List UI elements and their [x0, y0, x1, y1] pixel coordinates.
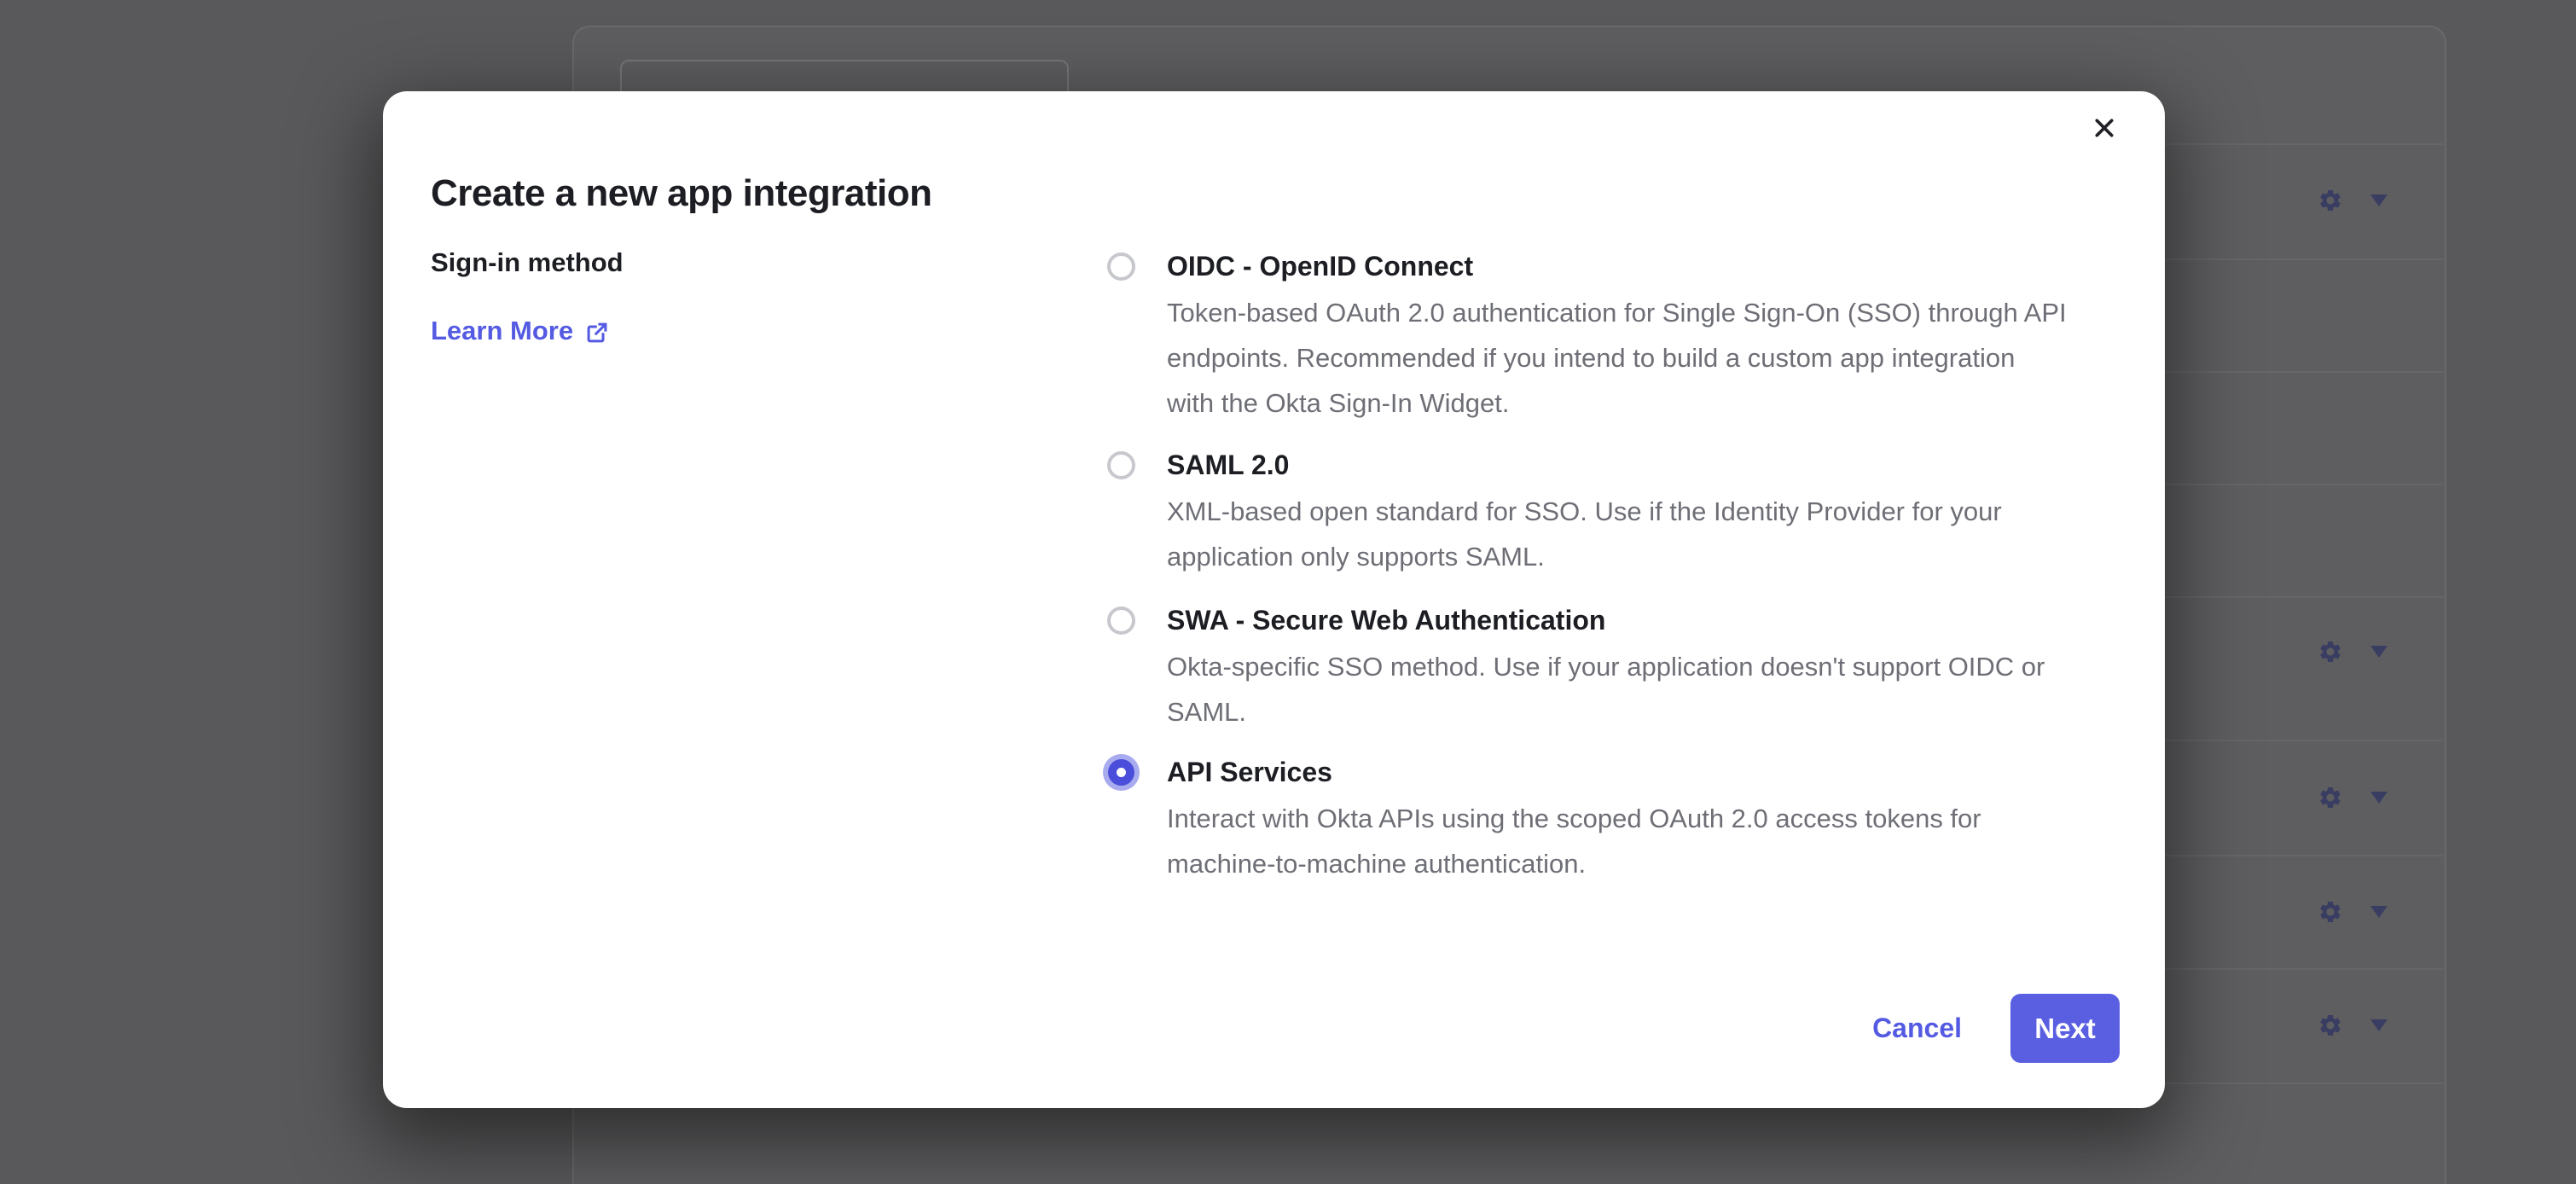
- create-app-integration-modal: Create a new app integration Sign-in met…: [383, 91, 2165, 1108]
- radio-button[interactable]: [1107, 607, 1135, 635]
- option-description: Okta-specific SSO method. Use if your ap…: [1167, 644, 2045, 734]
- radio-option[interactable]: SWA - Secure Web Authentication Okta-spe…: [1107, 603, 2045, 734]
- page-background: { "modal": { "title": "Create a new app …: [0, 0, 2576, 1184]
- radio-button[interactable]: [1108, 759, 1134, 786]
- radio-option[interactable]: SAML 2.0 XML-based open standard for SSO…: [1107, 448, 2002, 579]
- option-description: Token-based OAuth 2.0 authentication for…: [1167, 290, 2067, 426]
- learn-more-link[interactable]: Learn More: [431, 314, 609, 348]
- option-label: SWA - Secure Web Authentication: [1167, 603, 2045, 637]
- option-description: Interact with Okta APIs using the scoped…: [1167, 796, 1981, 886]
- next-button[interactable]: Next: [2010, 994, 2120, 1063]
- cancel-button[interactable]: Cancel: [1872, 1011, 1962, 1045]
- option-label: SAML 2.0: [1167, 448, 2002, 482]
- option-label: OIDC - OpenID Connect: [1167, 249, 2067, 283]
- close-button[interactable]: [2084, 107, 2125, 148]
- radio-option[interactable]: OIDC - OpenID Connect Token-based OAuth …: [1107, 249, 2067, 426]
- close-icon: [2093, 117, 2115, 139]
- option-label: API Services: [1167, 755, 1981, 789]
- option-description: XML-based open standard for SSO. Use if …: [1167, 489, 2002, 579]
- radio-option[interactable]: API Services Interact with Okta APIs usi…: [1107, 755, 1981, 886]
- radio-button[interactable]: [1107, 451, 1135, 479]
- modal-title: Create a new app integration: [431, 171, 931, 216]
- external-link-icon: [585, 319, 609, 343]
- radio-button[interactable]: [1107, 252, 1135, 281]
- signin-method-label: Sign-in method: [431, 246, 624, 280]
- learn-more-label: Learn More: [431, 314, 573, 348]
